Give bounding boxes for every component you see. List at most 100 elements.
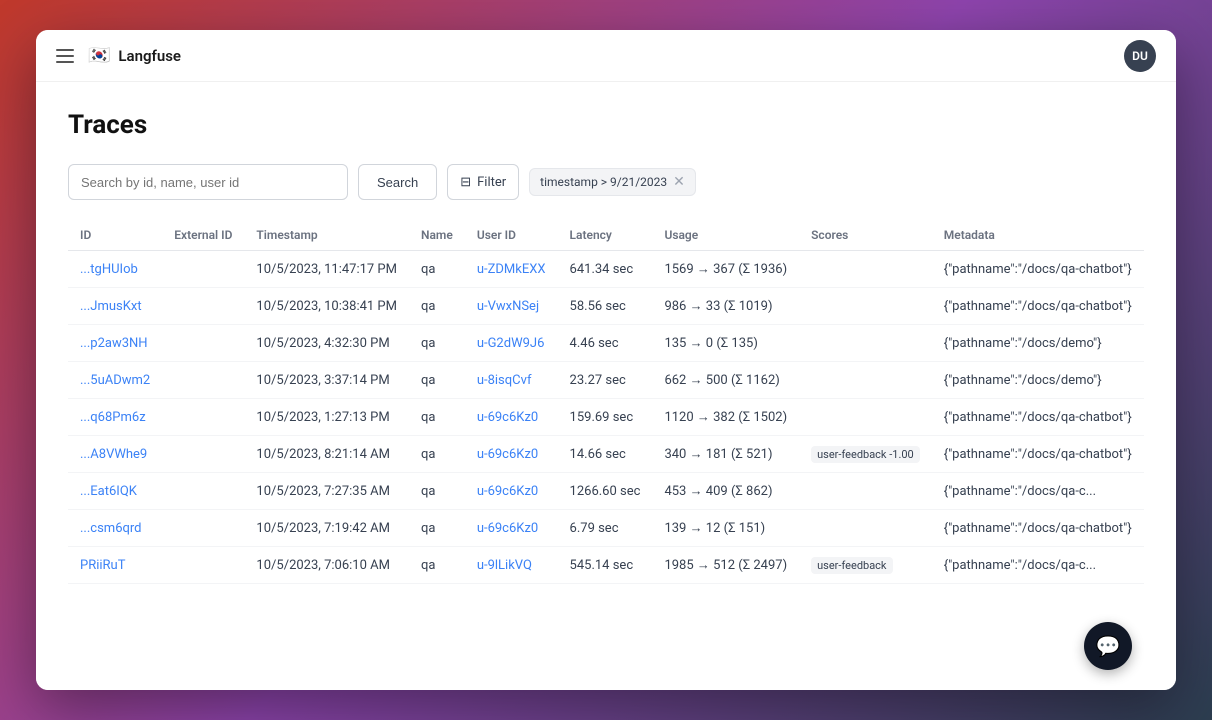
main-content: Traces Search ⊟ Filter timestamp > 9/21/… [36, 82, 1176, 690]
cell-usage: 135 → 0 (Σ 135) [652, 325, 799, 362]
col-usage: Usage [652, 220, 799, 251]
cell-metadata: {"pathname":"/docs/qa-chatbot"} [932, 399, 1144, 436]
cell-metadata: {"pathname":"/docs/qa-chatbot"} [932, 436, 1144, 473]
col-external-id: External ID [162, 220, 244, 251]
table-row[interactable]: ...5uADwm2 10/5/2023, 3:37:14 PMqa u-8isqC… [68, 362, 1144, 399]
trace-id-link[interactable]: PRiiRuT [80, 558, 125, 573]
user-id-link[interactable]: u-VwxNSej [477, 299, 539, 314]
user-id-link[interactable]: u-8isqCvf [477, 373, 532, 388]
table-container: ID External ID Timestamp Name User ID La… [68, 220, 1144, 584]
table-row[interactable]: ...A8VWhe910/5/2023, 8:21:14 AMqau-69c6K… [68, 436, 1144, 473]
cell-name: qa [409, 399, 465, 436]
cell-name: qa [409, 473, 465, 510]
user-id-link[interactable]: u-9lLikVQ [477, 558, 532, 573]
filter-chip: timestamp > 9/21/2023 ✕ [529, 168, 696, 196]
cell-id: ...JmusKxt [68, 288, 162, 325]
cell-id: ...Eat6IQK [68, 473, 162, 510]
table-row[interactable]: ...JmusKxt 10/5/2023, 10:38:41 PMqa u-VwxN… [68, 288, 1144, 325]
score-badge: user-feedback -1.00 [811, 446, 920, 463]
search-input[interactable] [68, 164, 348, 200]
cell-timestamp: 10/5/2023, 8:21:14 AM [244, 436, 409, 473]
col-latency: Latency [558, 220, 653, 251]
user-id-link[interactable]: u-69c6Kz0 [477, 447, 538, 462]
cell-user-id: u-G2dW9J6 [465, 325, 558, 362]
table-row[interactable]: ...tgHUIob 10/5/2023, 11:47:17 PMqa u-ZDMk… [68, 251, 1144, 288]
traces-table: ID External ID Timestamp Name User ID La… [68, 220, 1144, 584]
trace-id-link[interactable]: ...Eat6IQK [80, 484, 137, 499]
trace-id-link[interactable]: ...csm6qrd [80, 521, 142, 536]
cell-external-id [162, 288, 244, 325]
cell-id: PRiiRuT [68, 547, 162, 584]
trace-id-link[interactable]: ...A8VWhe9 [80, 447, 147, 462]
user-id-link[interactable]: u-G2dW9J6 [477, 336, 545, 351]
trace-id-link[interactable]: ...5uADwm2 [80, 373, 150, 388]
cell-name: qa [409, 288, 465, 325]
cell-scores [799, 288, 932, 325]
cell-name: qa [409, 362, 465, 399]
trace-id-link[interactable]: ...q68Pm6z [80, 410, 146, 425]
cell-user-id: u-69c6Kz0 [465, 399, 558, 436]
chat-button[interactable]: 💬 [1084, 622, 1132, 670]
table-header-row: ID External ID Timestamp Name User ID La… [68, 220, 1144, 251]
brand: 🇰🇷 Langfuse [88, 45, 181, 66]
col-metadata: Metadata [932, 220, 1144, 251]
cell-metadata: {"pathname":"/docs/demo"} [932, 325, 1144, 362]
trace-id-link[interactable]: ...JmusKxt [80, 299, 142, 314]
cell-timestamp: 10/5/2023, 10:38:41 PM [244, 288, 409, 325]
cell-latency: 58.56 sec [558, 288, 653, 325]
filter-label: Filter [477, 175, 506, 190]
cell-latency: 1266.60 sec [558, 473, 653, 510]
cell-external-id [162, 436, 244, 473]
cell-timestamp: 10/5/2023, 7:19:42 AM [244, 510, 409, 547]
table-row[interactable]: ...p2aw3NH10/5/2023, 4:32:30 PMqau-G2dW9… [68, 325, 1144, 362]
cell-latency: 14.66 sec [558, 436, 653, 473]
table-body: ...tgHUIob10/5/2023, 11:47:17 PMqau-ZDMk… [68, 251, 1144, 584]
cell-latency: 641.34 sec [558, 251, 653, 288]
cell-usage: 1985 → 512 (Σ 2497) [652, 547, 799, 584]
cell-usage: 1120 → 382 (Σ 1502) [652, 399, 799, 436]
avatar[interactable]: DU [1124, 40, 1156, 72]
page-title: Traces [68, 110, 1144, 140]
brand-name: Langfuse [118, 47, 181, 65]
cell-id: ...A8VWhe9 [68, 436, 162, 473]
cell-usage: 986 → 33 (Σ 1019) [652, 288, 799, 325]
user-id-link[interactable]: u-ZDMkEXX [477, 262, 546, 277]
cell-usage: 1569 → 367 (Σ 1936) [652, 251, 799, 288]
cell-name: qa [409, 251, 465, 288]
chip-close-icon[interactable]: ✕ [673, 175, 685, 189]
user-id-link[interactable]: u-69c6Kz0 [477, 521, 538, 536]
cell-user-id: u-8isqCvf [465, 362, 558, 399]
table-row[interactable]: PRiiRuT10/5/2023, 7:06:10 AMqau-9lLikVQ5… [68, 547, 1144, 584]
filter-button[interactable]: ⊟ Filter [447, 164, 519, 200]
table-row[interactable]: ...q68Pm6z10/5/2023, 1:27:13 PMqau-69c6K… [68, 399, 1144, 436]
cell-scores [799, 362, 932, 399]
cell-latency: 6.79 sec [558, 510, 653, 547]
cell-user-id: u-VwxNSej [465, 288, 558, 325]
cell-metadata: {"pathname":"/docs/qa-chatbot"} [932, 510, 1144, 547]
cell-external-id [162, 510, 244, 547]
cell-external-id [162, 251, 244, 288]
table-row[interactable]: ...csm6qrd 10/5/2023, 7:19:42 AMqa u-69c6K… [68, 510, 1144, 547]
user-id-link[interactable]: u-69c6Kz0 [477, 484, 538, 499]
search-bar: Search ⊟ Filter timestamp > 9/21/2023 ✕ [68, 164, 1144, 200]
col-timestamp: Timestamp [244, 220, 409, 251]
col-name: Name [409, 220, 465, 251]
cell-timestamp: 10/5/2023, 11:47:17 PM [244, 251, 409, 288]
hamburger-icon[interactable] [56, 46, 76, 66]
search-button[interactable]: Search [358, 164, 437, 200]
cell-metadata: {"pathname":"/docs/qa-c... [932, 547, 1144, 584]
trace-id-link[interactable]: ...tgHUIob [80, 262, 138, 277]
cell-external-id [162, 399, 244, 436]
cell-scores [799, 510, 932, 547]
cell-timestamp: 10/5/2023, 3:37:14 PM [244, 362, 409, 399]
cell-scores: user-feedback [799, 547, 932, 584]
cell-usage: 139 → 12 (Σ 151) [652, 510, 799, 547]
cell-timestamp: 10/5/2023, 7:06:10 AM [244, 547, 409, 584]
cell-metadata: {"pathname":"/docs/qa-c... [932, 473, 1144, 510]
user-id-link[interactable]: u-69c6Kz0 [477, 410, 538, 425]
cell-usage: 453 → 409 (Σ 862) [652, 473, 799, 510]
cell-id: ...csm6qrd [68, 510, 162, 547]
cell-name: qa [409, 510, 465, 547]
table-row[interactable]: ...Eat6IQK10/5/2023, 7:27:35 AMqau-69c6K… [68, 473, 1144, 510]
trace-id-link[interactable]: ...p2aw3NH [80, 336, 148, 351]
